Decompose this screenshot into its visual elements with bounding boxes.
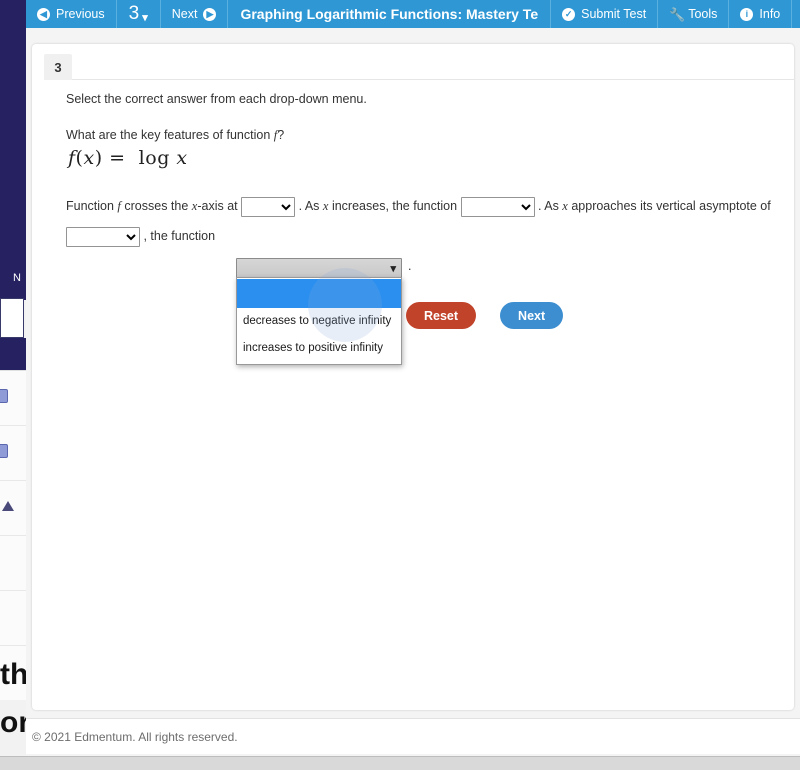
- dropdown-as-x-increases[interactable]: [460, 196, 535, 217]
- tools-label: Tools: [688, 7, 718, 21]
- check-circle-icon: ✓: [562, 7, 576, 21]
- background-partial-text-1: th: [0, 658, 29, 691]
- background-nav-letter: N: [13, 272, 21, 284]
- sentence-part-4: . As: [295, 199, 323, 213]
- background-list-row[interactable]: [0, 371, 26, 426]
- dropdown-option-increases[interactable]: increases to positive infinity: [237, 335, 401, 362]
- question-number-selector[interactable]: 3 ▾: [117, 0, 161, 28]
- previous-button[interactable]: ◀ Previous: [26, 0, 117, 28]
- dropdown-option-blank[interactable]: [237, 279, 401, 308]
- chevron-down-icon: ▾: [142, 11, 148, 24]
- reset-button[interactable]: Reset: [406, 302, 477, 329]
- background-navy-sidebar: [0, 0, 26, 300]
- background-taskbar: [0, 756, 26, 770]
- formula-fn: f: [68, 147, 76, 169]
- triangle-icon: [2, 501, 14, 511]
- dropdown-vertical-asymptote[interactable]: [66, 226, 140, 247]
- background-list[interactable]: [0, 370, 26, 700]
- checkbox-icon: [0, 389, 8, 403]
- formula-equals: =: [109, 147, 126, 169]
- checkbox-icon: [0, 444, 8, 458]
- next-button[interactable]: Next: [500, 302, 564, 329]
- background-navy-strip-2: [0, 338, 26, 370]
- copyright-text: © 2021 Edmentum. All rights reserved.: [32, 729, 238, 744]
- fill-in-sentence: Function f crosses the x-axis at . As x …: [66, 191, 782, 251]
- tools-button[interactable]: 🔧 Tools: [658, 0, 730, 28]
- submit-test-label: Submit Test: [581, 7, 647, 21]
- dropdown-function-behavior[interactable]: ▾ decreases to negative infinity increas…: [236, 258, 402, 365]
- sentence-part-1: Function: [66, 199, 118, 213]
- test-title: Graphing Logarithmic Functions: Mastery …: [228, 0, 552, 28]
- footer: © 2021 Edmentum. All rights reserved.: [26, 718, 800, 754]
- info-button[interactable]: i Info: [729, 0, 793, 28]
- sentence-part-6: . As: [534, 199, 563, 213]
- sentence-part-3: -axis at: [197, 199, 242, 213]
- arrow-left-circle-icon: ◀: [37, 7, 50, 21]
- question-prompt: Function What are the key features of fu…: [66, 128, 782, 143]
- sentence-part-5: increases, the function: [328, 199, 461, 213]
- background-list-row[interactable]: [0, 536, 26, 591]
- chevron-down-icon: ▾: [390, 263, 396, 275]
- info-label: Info: [759, 7, 781, 21]
- dropdown-xaxis-intercept[interactable]: [241, 196, 296, 217]
- dropdown-option-decreases[interactable]: decreases to negative infinity: [237, 308, 401, 335]
- screen: N th or ◀ Previous 3 ▾ Next ▶ Graphing L…: [0, 0, 800, 770]
- background-list-row[interactable]: [0, 481, 26, 536]
- formula-arg: x: [83, 147, 95, 169]
- top-toolbar: ◀ Previous 3 ▾ Next ▶ Graphing Logarithm…: [26, 0, 800, 28]
- next-label: Next: [171, 7, 198, 21]
- question-body: Select the correct answer from each drop…: [66, 92, 782, 365]
- submit-test-button[interactable]: ✓ Submit Test: [551, 0, 659, 28]
- previous-label: Previous: [56, 7, 105, 21]
- formula-close-paren: ): [94, 147, 103, 169]
- sentence-part-9: .: [408, 259, 412, 273]
- test-application: ◀ Previous 3 ▾ Next ▶ Graphing Logarithm…: [26, 0, 800, 770]
- formula-log: log: [138, 147, 170, 169]
- dropdown-function-behavior-button[interactable]: ▾: [236, 258, 402, 278]
- wrench-icon: 🔧: [669, 6, 686, 22]
- background-input-field[interactable]: [0, 298, 24, 338]
- next-button-toolbar[interactable]: Next ▶: [161, 0, 229, 28]
- tab-divider: [72, 79, 794, 80]
- sentence-part-2: crosses the: [120, 199, 192, 213]
- info-circle-icon: i: [740, 7, 754, 21]
- background-list-row[interactable]: [0, 426, 26, 481]
- question-tab[interactable]: 3: [44, 54, 72, 80]
- arrow-right-circle-icon: ▶: [203, 7, 217, 21]
- question-number-value: 3: [128, 3, 140, 24]
- formula-log-arg: x: [176, 147, 188, 169]
- function-formula: f(x) = log x: [68, 147, 782, 169]
- prompt-text: What are the key features of function: [66, 128, 274, 142]
- question-card: 3 Select the correct answer from each dr…: [32, 44, 794, 710]
- dropdown-function-behavior-popup[interactable]: decreases to negative infinity increases…: [236, 277, 402, 365]
- taskbar[interactable]: [26, 756, 800, 770]
- background-list-row[interactable]: [0, 591, 26, 646]
- prompt-suffix: ?: [277, 128, 285, 142]
- action-buttons: Reset Next: [406, 302, 564, 329]
- sentence-part-8: , the function: [140, 229, 216, 243]
- instruction-text: Select the correct answer from each drop…: [66, 92, 367, 106]
- sentence-part-7: approaches its vertical asymptote of: [567, 199, 771, 213]
